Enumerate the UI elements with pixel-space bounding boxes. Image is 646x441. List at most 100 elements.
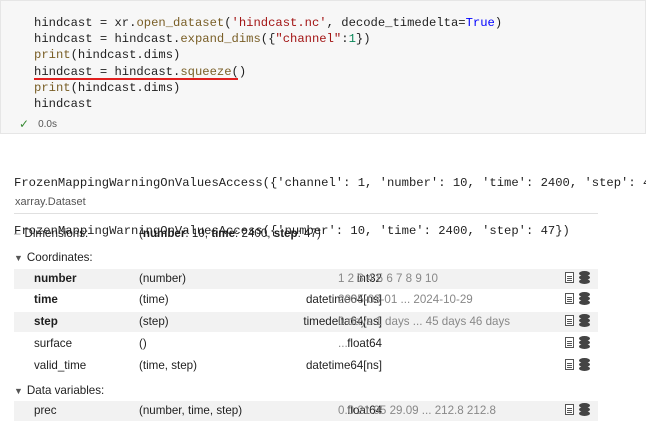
code-line: print(hindcast.dims): [34, 47, 502, 63]
code-token: (: [224, 16, 232, 30]
code-token: squeeze: [180, 64, 232, 79]
data-repr-icon[interactable]: [579, 314, 590, 327]
variable-dims: (time, step): [139, 359, 197, 372]
code-line: hindcast: [34, 96, 502, 112]
variable-dims: (time): [139, 293, 169, 306]
variable-row: valid_time (time, step) datetime64[ns]...: [14, 356, 598, 376]
code-token: ): [173, 48, 181, 63]
code-token: =: [92, 64, 115, 79]
variable-dtype: float64: [347, 337, 382, 350]
highlight-underline: [34, 78, 238, 80]
output-line: FrozenMappingWarningOnValuesAccess({'num…: [14, 224, 570, 238]
code-editor[interactable]: hindcast = xr.open_dataset('hindcast.nc'…: [34, 15, 502, 112]
variable-actions: [565, 358, 590, 371]
code-token: open_dataset: [136, 16, 225, 30]
output-line: FrozenMappingWarningOnValuesAccess({'cha…: [14, 176, 646, 190]
code-token: hindcast: [34, 16, 93, 30]
cell-status: ✓ 0.0s: [19, 117, 57, 131]
code-token: ,: [326, 16, 342, 30]
variable-actions: [565, 271, 590, 284]
code-token: ): [173, 80, 181, 95]
dimension-name: step: [273, 227, 298, 240]
code-token: hindcast: [114, 64, 173, 79]
code-token: hindcast: [34, 96, 93, 111]
dimensions-section-toggle[interactable]: – Dimensions:: [14, 227, 88, 240]
code-token: (: [70, 80, 78, 95]
variable-name: number: [34, 272, 77, 285]
code-token: =: [458, 16, 466, 30]
code-token: dims: [143, 80, 174, 95]
code-line: hindcast = hindcast.expand_dims({"channe…: [34, 31, 502, 47]
code-token: ({: [260, 32, 276, 47]
code-token: ): [494, 16, 503, 30]
variable-name: surface: [34, 337, 73, 350]
variable-actions: [565, 336, 590, 349]
code-token: decode_timedelta: [341, 16, 459, 30]
data-repr-icon[interactable]: [579, 336, 590, 349]
variable-preview: ...: [338, 337, 348, 350]
attributes-icon[interactable]: [565, 359, 574, 370]
variable-row: prec (number, time, step) float64 0.0 21.95…: [14, 401, 598, 421]
attributes-icon[interactable]: [565, 272, 574, 283]
variable-preview: 2005-03-01 ... 2024-10-29: [338, 293, 473, 306]
variable-preview: 0 days 1 days ... 45 days 46 days: [338, 315, 511, 328]
code-token: hindcast: [77, 80, 137, 95]
data-repr-icon[interactable]: [579, 403, 590, 416]
variable-name: valid_time: [34, 359, 87, 372]
triangle-down-icon: ▼: [14, 253, 23, 263]
attributes-icon[interactable]: [565, 293, 574, 304]
code-token: print: [34, 80, 71, 95]
variable-preview: 1 2 3 4 5 6 7 8 9 10: [338, 272, 438, 285]
data-variables-label: Data variables:: [26, 384, 105, 397]
code-cell[interactable]: hindcast = xr.open_dataset('hindcast.nc'…: [0, 0, 646, 134]
dimensions-label: Dimensions:: [24, 227, 89, 240]
divider: [14, 213, 598, 214]
variable-row: step (step) timedelta64[ns] 0 days 1 days .…: [14, 312, 598, 332]
variable-dims: (number, time, step): [139, 404, 243, 417]
attributes-icon[interactable]: [565, 337, 574, 348]
variable-preview: ...: [338, 359, 348, 372]
code-token: dims: [143, 48, 174, 63]
data-variables-section-toggle[interactable]: ▼ Data variables:: [14, 384, 104, 397]
dimension-size: 10: [191, 227, 205, 240]
variable-dims: (step): [139, 315, 169, 328]
triangle-down-icon: ▼: [14, 386, 23, 396]
dimension-name: time: [211, 227, 236, 240]
code-token: .: [136, 80, 144, 95]
check-icon: ✓: [19, 117, 30, 131]
code-token: 'hindcast.nc': [231, 16, 327, 30]
data-repr-icon[interactable]: [579, 358, 590, 371]
variable-actions: [565, 403, 590, 416]
code-token: xr: [114, 16, 130, 30]
code-token: =: [92, 16, 115, 30]
code-token: True: [465, 16, 495, 30]
code-token: (): [231, 64, 247, 79]
code-token: hindcast: [77, 48, 137, 63]
dimension-size: 2400: [241, 227, 268, 240]
code-token: (: [70, 48, 78, 63]
data-repr-icon[interactable]: [579, 292, 590, 305]
code-token: hindcast: [34, 32, 93, 47]
variable-actions: [565, 292, 590, 305]
variable-name: step: [34, 315, 58, 328]
variable-dims: (): [139, 337, 147, 350]
code-token: hindcast: [114, 32, 173, 47]
variable-row: time (time) datetime64[ns] 2005-03-01 ... 2…: [14, 290, 598, 310]
collapse-icon: –: [14, 227, 21, 240]
code-token: hindcast: [34, 64, 93, 79]
variable-row: surface () float64...: [14, 334, 598, 354]
variable-dims: (number): [139, 272, 187, 285]
code-line: print(hindcast.dims): [34, 80, 502, 96]
dataset-type: xarray.Dataset: [15, 196, 86, 208]
code-token: }): [355, 32, 371, 47]
attributes-icon[interactable]: [565, 315, 574, 326]
attributes-icon[interactable]: [565, 404, 574, 415]
dimension-name: number: [142, 227, 186, 240]
code-token: =: [92, 32, 115, 47]
dimension-size: 47: [304, 227, 317, 240]
data-repr-icon[interactable]: [579, 271, 590, 284]
code-token: :: [341, 32, 349, 47]
coordinates-section-toggle[interactable]: ▼ Coordinates:: [14, 251, 93, 264]
code-token: expand_dims: [180, 32, 261, 47]
code-token: 1: [348, 32, 356, 47]
